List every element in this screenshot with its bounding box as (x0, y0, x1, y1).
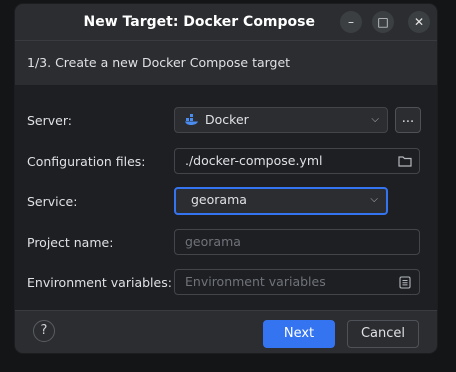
project-name-label: Project name: (27, 235, 114, 250)
form-body: Server: Docker ⌵ ... Configuration files… (15, 85, 437, 310)
service-select[interactable]: georama ⌵ (174, 187, 388, 215)
server-select[interactable]: Docker ⌵ (174, 107, 388, 133)
project-name-placeholder: georama (185, 234, 241, 249)
step-header: 1/3. Create a new Docker Compose target (15, 40, 437, 86)
close-button[interactable]: ✕ (408, 11, 430, 33)
minimize-button[interactable]: – (340, 11, 362, 33)
cancel-button[interactable]: Cancel (347, 320, 419, 348)
docker-icon (185, 114, 198, 125)
next-button[interactable]: Next (263, 320, 335, 348)
config-files-label: Configuration files: (27, 154, 146, 169)
server-value: Docker (205, 112, 249, 127)
env-vars-label: Environment variables: (27, 275, 172, 290)
step-text: 1/3. Create a new Docker Compose target (27, 55, 291, 70)
server-more-button[interactable]: ... (395, 107, 421, 133)
service-value: georama (191, 192, 247, 207)
edit-list-icon[interactable] (399, 276, 411, 289)
window-title: New Target: Docker Compose (83, 14, 316, 30)
help-icon: ? (40, 323, 48, 338)
chevron-down-icon: ⌵ (370, 194, 378, 205)
title-bar[interactable]: New Target: Docker Compose – □ ✕ (15, 4, 437, 40)
close-icon: ✕ (413, 15, 425, 29)
minimize-icon: – (348, 15, 354, 29)
env-vars-input[interactable]: Environment variables (174, 269, 420, 295)
config-files-field[interactable]: ./docker-compose.yml (174, 148, 420, 174)
maximize-icon: □ (377, 15, 389, 29)
dialog-window: New Target: Docker Compose – □ ✕ 1/3. Cr… (15, 4, 437, 353)
help-button[interactable]: ? (33, 320, 55, 342)
server-label: Server: (27, 113, 72, 128)
config-files-value: ./docker-compose.yml (185, 153, 323, 168)
chevron-down-icon: ⌵ (371, 114, 379, 125)
project-name-input[interactable]: georama (174, 229, 420, 255)
service-label: Service: (27, 194, 78, 209)
env-vars-placeholder: Environment variables (185, 274, 326, 289)
folder-icon[interactable] (398, 155, 412, 167)
dialog-footer: ? Next Cancel (15, 310, 437, 353)
maximize-button[interactable]: □ (372, 11, 394, 33)
